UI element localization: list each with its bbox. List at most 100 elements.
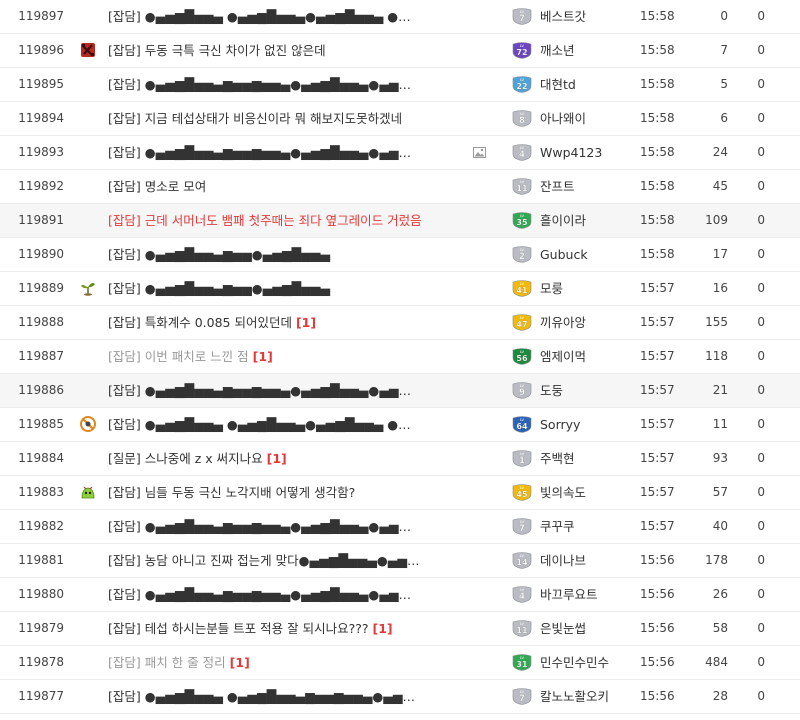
post-row[interactable]: 119889 [잡담] ●▄▅▆█▅▅▄▆▅▅●▄▅▆█▅▅▄ LV 41 모룽 … <box>0 272 800 306</box>
post-subject-link[interactable]: [잡담] ●▄▅▆█▅▅▄▆▅▅▆▅▅▄●▄▅▆█▅▅▄●▄▅… <box>108 510 488 543</box>
post-subject-text: [잡담] ●▄▅▆█▅▅▄ ●▄▅▆█▅▅▄▆▅▅▆▅▅▄●▄▅… <box>108 689 416 704</box>
post-subject-text: [잡담] 명소로 모여 <box>108 179 207 194</box>
level-number: 9 <box>519 388 525 398</box>
author-name[interactable]: 흘이이라 <box>540 204 635 237</box>
vote-count: 0 <box>757 587 765 601</box>
post-row[interactable]: 119894 [잡담] 지금 테섭상태가 비응신이라 뭐 해보지도못하겠네 LV… <box>0 102 800 136</box>
author-name[interactable]: 빛의속도 <box>540 476 635 509</box>
post-row[interactable]: 119897 [잡담] ●▄▅▆█▅▅▄ ●▄▅▆█▅▅▄●▄▅▆█▅▅▄ ●…… <box>0 0 800 34</box>
post-row[interactable]: 119892 [잡담] 명소로 모여 LV 11 잔프트 15:58 45 0 <box>0 170 800 204</box>
sprout-icon <box>80 280 96 296</box>
vote-count: 0 <box>757 179 765 193</box>
post-subject-link[interactable]: [잡담] 테섭 하시는분들 트포 적용 잘 되시나요??? [1] <box>108 612 488 645</box>
author-name[interactable]: 칼노노활오키 <box>540 680 635 713</box>
post-time: 15:58 <box>640 213 675 227</box>
post-row[interactable]: 119877 [잡담] ●▄▅▆█▅▅▄ ●▄▅▆█▅▅▄▆▅▅▆▅▅▄●▄▅…… <box>0 680 800 714</box>
post-subject-text: [잡담] 이번 패치로 느낀 점 <box>108 349 249 364</box>
post-subject-link[interactable]: [잡담] ●▄▅▆█▅▅▄▆▅▅●▄▅▆█▅▅▄ <box>108 238 488 271</box>
comment-count[interactable]: [1] <box>296 315 316 330</box>
author-name[interactable]: 베스트갓 <box>540 0 635 33</box>
level-number: 7 <box>519 14 525 24</box>
author-name[interactable]: 바끄루요트 <box>540 578 635 611</box>
author-name[interactable]: 대현td <box>540 68 635 101</box>
level-badge-icon: LV 11 <box>511 620 533 637</box>
vote-count: 0 <box>757 485 765 499</box>
post-row[interactable]: 119893 [잡담] ●▄▅▆█▅▅▄▆▅▅▆▅▅▄●▄▅▆█▅▅▄●▄▅… … <box>0 136 800 170</box>
post-subject-link[interactable]: [잡담] ●▄▅▆█▅▅▄ ●▄▅▆█▅▅▄●▄▅▆█▅▅▄ ●… <box>108 408 488 441</box>
post-time: 15:56 <box>640 587 675 601</box>
view-count: 16 <box>712 281 728 295</box>
post-row[interactable]: 119883 [잡담] 님들 두동 극신 노각지배 어떻게 생각함? LV 45 … <box>0 476 800 510</box>
author-name[interactable]: 도둥 <box>540 374 635 407</box>
post-row[interactable]: 119885 [잡담] ●▄▅▆█▅▅▄ ●▄▅▆█▅▅▄●▄▅▆█▅▅▄ ●…… <box>0 408 800 442</box>
comment-count[interactable]: [1] <box>373 621 393 636</box>
level-badge-icon: LV 7 <box>511 8 533 25</box>
post-subject-link[interactable]: [잡담] ●▄▅▆█▅▅▄▆▅▅▆▅▅▄●▄▅▆█▅▅▄●▄▅… <box>108 68 488 101</box>
post-row[interactable]: 119879 [잡담] 테섭 하시는분들 트포 적용 잘 되시나요??? [1] … <box>0 612 800 646</box>
vote-count: 0 <box>757 553 765 567</box>
author-name[interactable]: 잔프트 <box>540 170 635 203</box>
post-time: 15:56 <box>640 621 675 635</box>
post-row[interactable]: 119891 [잡담] 근데 서머너도 뱀패 첫주때는 죄다 옆그레이드 거렀음… <box>0 204 800 238</box>
post-row[interactable]: 119890 [잡담] ●▄▅▆█▅▅▄▆▅▅●▄▅▆█▅▅▄ LV 2 Gubu… <box>0 238 800 272</box>
post-subject-link[interactable]: [잡담] 이번 패치로 느낀 점 [1] <box>108 340 488 373</box>
post-subject-text: [잡담] ●▄▅▆█▅▅▄▆▅▅▆▅▅▄●▄▅▆█▅▅▄●▄▅… <box>108 519 412 534</box>
no-sign-icon <box>80 416 96 432</box>
author-name[interactable]: 쿠꾸쿠 <box>540 510 635 543</box>
post-subject-link[interactable]: [잡담] 근데 서머너도 뱀패 첫주때는 죄다 옆그레이드 거렀음 <box>108 204 488 237</box>
post-row[interactable]: 119882 [잡담] ●▄▅▆█▅▅▄▆▅▅▆▅▅▄●▄▅▆█▅▅▄●▄▅… … <box>0 510 800 544</box>
post-subject-link[interactable]: [잡담] ●▄▅▆█▅▅▄▆▅▅▆▅▅▄●▄▅▆█▅▅▄●▄▅… <box>108 374 488 407</box>
post-row[interactable]: 119887 [잡담] 이번 패치로 느낀 점 [1] LV 56 엠제이먹 15:… <box>0 340 800 374</box>
comment-count[interactable]: [1] <box>230 655 250 670</box>
level-number: 8 <box>519 116 525 126</box>
comment-count[interactable]: [1] <box>253 349 273 364</box>
author-name[interactable]: 민수민수민수 <box>540 646 635 679</box>
post-subject-link[interactable]: [잡담] ●▄▅▆█▅▅▄▆▅▅▆▅▅▄●▄▅▆█▅▅▄●▄▅… <box>108 136 488 169</box>
view-count: 57 <box>712 485 728 499</box>
post-number: 119881 <box>18 553 64 567</box>
post-subject-link[interactable]: [잡담] ●▄▅▆█▅▅▄▆▅▅▆▅▅▄●▄▅▆█▅▅▄●▄▅… <box>108 578 488 611</box>
post-row[interactable]: 119888 [잡담] 특화계수 0.085 되어있던데 [1] LV 47 끼유아… <box>0 306 800 340</box>
comment-count[interactable]: [1] <box>267 451 287 466</box>
post-subject-link[interactable]: [질문] 스나중에 z x 써지나요 [1] <box>108 442 488 475</box>
author-name[interactable]: 데이나브 <box>540 544 635 577</box>
post-row[interactable]: 119886 [잡담] ●▄▅▆█▅▅▄▆▅▅▆▅▅▄●▄▅▆█▅▅▄●▄▅… … <box>0 374 800 408</box>
post-number: 119877 <box>18 689 64 703</box>
post-subject-link[interactable]: [잡담] ●▄▅▆█▅▅▄▆▅▅●▄▅▆█▅▅▄ <box>108 272 488 305</box>
post-row[interactable]: 119884 [질문] 스나중에 z x 써지나요 [1] LV 1 주백현 15:… <box>0 442 800 476</box>
post-row[interactable]: 119895 [잡담] ●▄▅▆█▅▅▄▆▅▅▆▅▅▄●▄▅▆█▅▅▄●▄▅… … <box>0 68 800 102</box>
post-number: 119893 <box>18 145 64 159</box>
author-name[interactable]: 주백현 <box>540 442 635 475</box>
author-name[interactable]: 모룽 <box>540 272 635 305</box>
post-row[interactable]: 119881 [잡담] 농담 아니고 진짜 접는게 맞다●▄▅▆█▅▅▄●▄▅…… <box>0 544 800 578</box>
post-time: 15:56 <box>640 655 675 669</box>
post-subject-text: [질문] 스나중에 z x 써지나요 <box>108 451 263 466</box>
level-badge-icon: LV 22 <box>511 76 533 93</box>
post-subject-link[interactable]: [잡담] ●▄▅▆█▅▅▄ ●▄▅▆█▅▅▄▆▅▅▆▅▅▄●▄▅… <box>108 680 488 713</box>
author-name[interactable]: 깨소년 <box>540 34 635 67</box>
post-row[interactable]: 119896 [잡담] 두동 극특 극신 차이가 없진 않은데 LV 72 깨소년… <box>0 34 800 68</box>
level-badge-icon: LV 9 <box>511 382 533 399</box>
post-subject-link[interactable]: [잡담] 지금 테섭상태가 비응신이라 뭐 해보지도못하겠네 <box>108 102 488 135</box>
post-subject-link[interactable]: [잡담] 농담 아니고 진짜 접는게 맞다●▄▅▆█▅▅▄●▄▅… <box>108 544 488 577</box>
post-subject-link[interactable]: [잡담] 패치 한 줄 정리 [1] <box>108 646 488 679</box>
post-row[interactable]: 119878 [잡담] 패치 한 줄 정리 [1] LV 31 민수민수민수 15:… <box>0 646 800 680</box>
author-name[interactable]: 엠제이먹 <box>540 340 635 373</box>
author-name[interactable]: 아나왜이 <box>540 102 635 135</box>
author-name[interactable]: Gubuck <box>540 238 635 271</box>
vote-count: 0 <box>757 145 765 159</box>
author-name[interactable]: 끼유아앙 <box>540 306 635 339</box>
post-row[interactable]: 119880 [잡담] ●▄▅▆█▅▅▄▆▅▅▆▅▅▄●▄▅▆█▅▅▄●▄▅… … <box>0 578 800 612</box>
post-subject-link[interactable]: [잡담] 명소로 모여 <box>108 170 488 203</box>
vote-count: 0 <box>757 689 765 703</box>
post-subject-link[interactable]: [잡담] ●▄▅▆█▅▅▄ ●▄▅▆█▅▅▄●▄▅▆█▅▅▄ ●… <box>108 0 488 33</box>
post-subject-link[interactable]: [잡담] 특화계수 0.085 되어있던데 [1] <box>108 306 488 339</box>
author-name[interactable]: 은빛눈썹 <box>540 612 635 645</box>
post-time: 15:56 <box>640 689 675 703</box>
post-subject-link[interactable]: [잡담] 두동 극특 극신 차이가 없진 않은데 <box>108 34 488 67</box>
author-name[interactable]: Sorryy <box>540 408 635 441</box>
post-time: 15:58 <box>640 43 675 57</box>
level-badge-icon: LV 56 <box>511 348 533 365</box>
post-subject-link[interactable]: [잡담] 님들 두동 극신 노각지배 어떻게 생각함? <box>108 476 488 509</box>
author-name[interactable]: Wwp4123 <box>540 136 635 169</box>
